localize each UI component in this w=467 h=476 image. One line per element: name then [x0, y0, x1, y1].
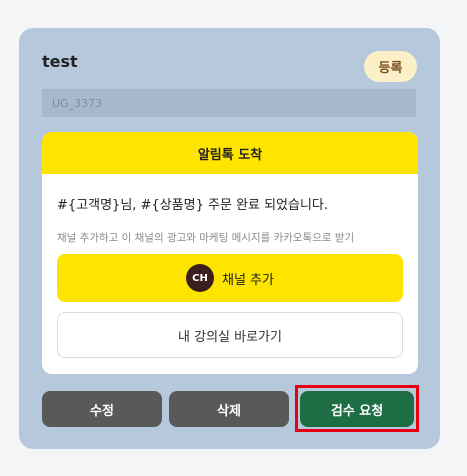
add-channel-label: 채널 추가 — [222, 272, 274, 288]
template-card: test 등록 UG_3373 알림톡 도착 #{고객명}님, #{상품명} 주… — [19, 28, 440, 449]
message-body: #{고객명}님, #{상품명} 주문 완료 되었습니다. — [57, 198, 329, 213]
message-preview: 알림톡 도착 #{고객명}님, #{상품명} 주문 완료 되었습니다. 채널 추… — [42, 132, 418, 374]
edit-button[interactable]: 수정 — [42, 391, 162, 427]
status-badge: 등록 — [364, 51, 417, 82]
template-title: test — [42, 52, 78, 71]
my-classroom-button[interactable]: 내 강의실 바로가기 — [57, 312, 403, 358]
delete-button[interactable]: 삭제 — [169, 391, 289, 427]
add-channel-button[interactable]: CH 채널 추가 — [57, 254, 403, 302]
channel-icon: CH — [186, 264, 214, 292]
request-review-button[interactable]: 검수 요청 — [300, 391, 414, 427]
message-header: 알림톡 도착 — [42, 132, 418, 174]
template-code-field: UG_3373 — [42, 89, 416, 117]
message-subtext: 채널 추가하고 이 채널의 광고와 마케팅 메시지를 카카오톡으로 받기 — [57, 232, 355, 244]
